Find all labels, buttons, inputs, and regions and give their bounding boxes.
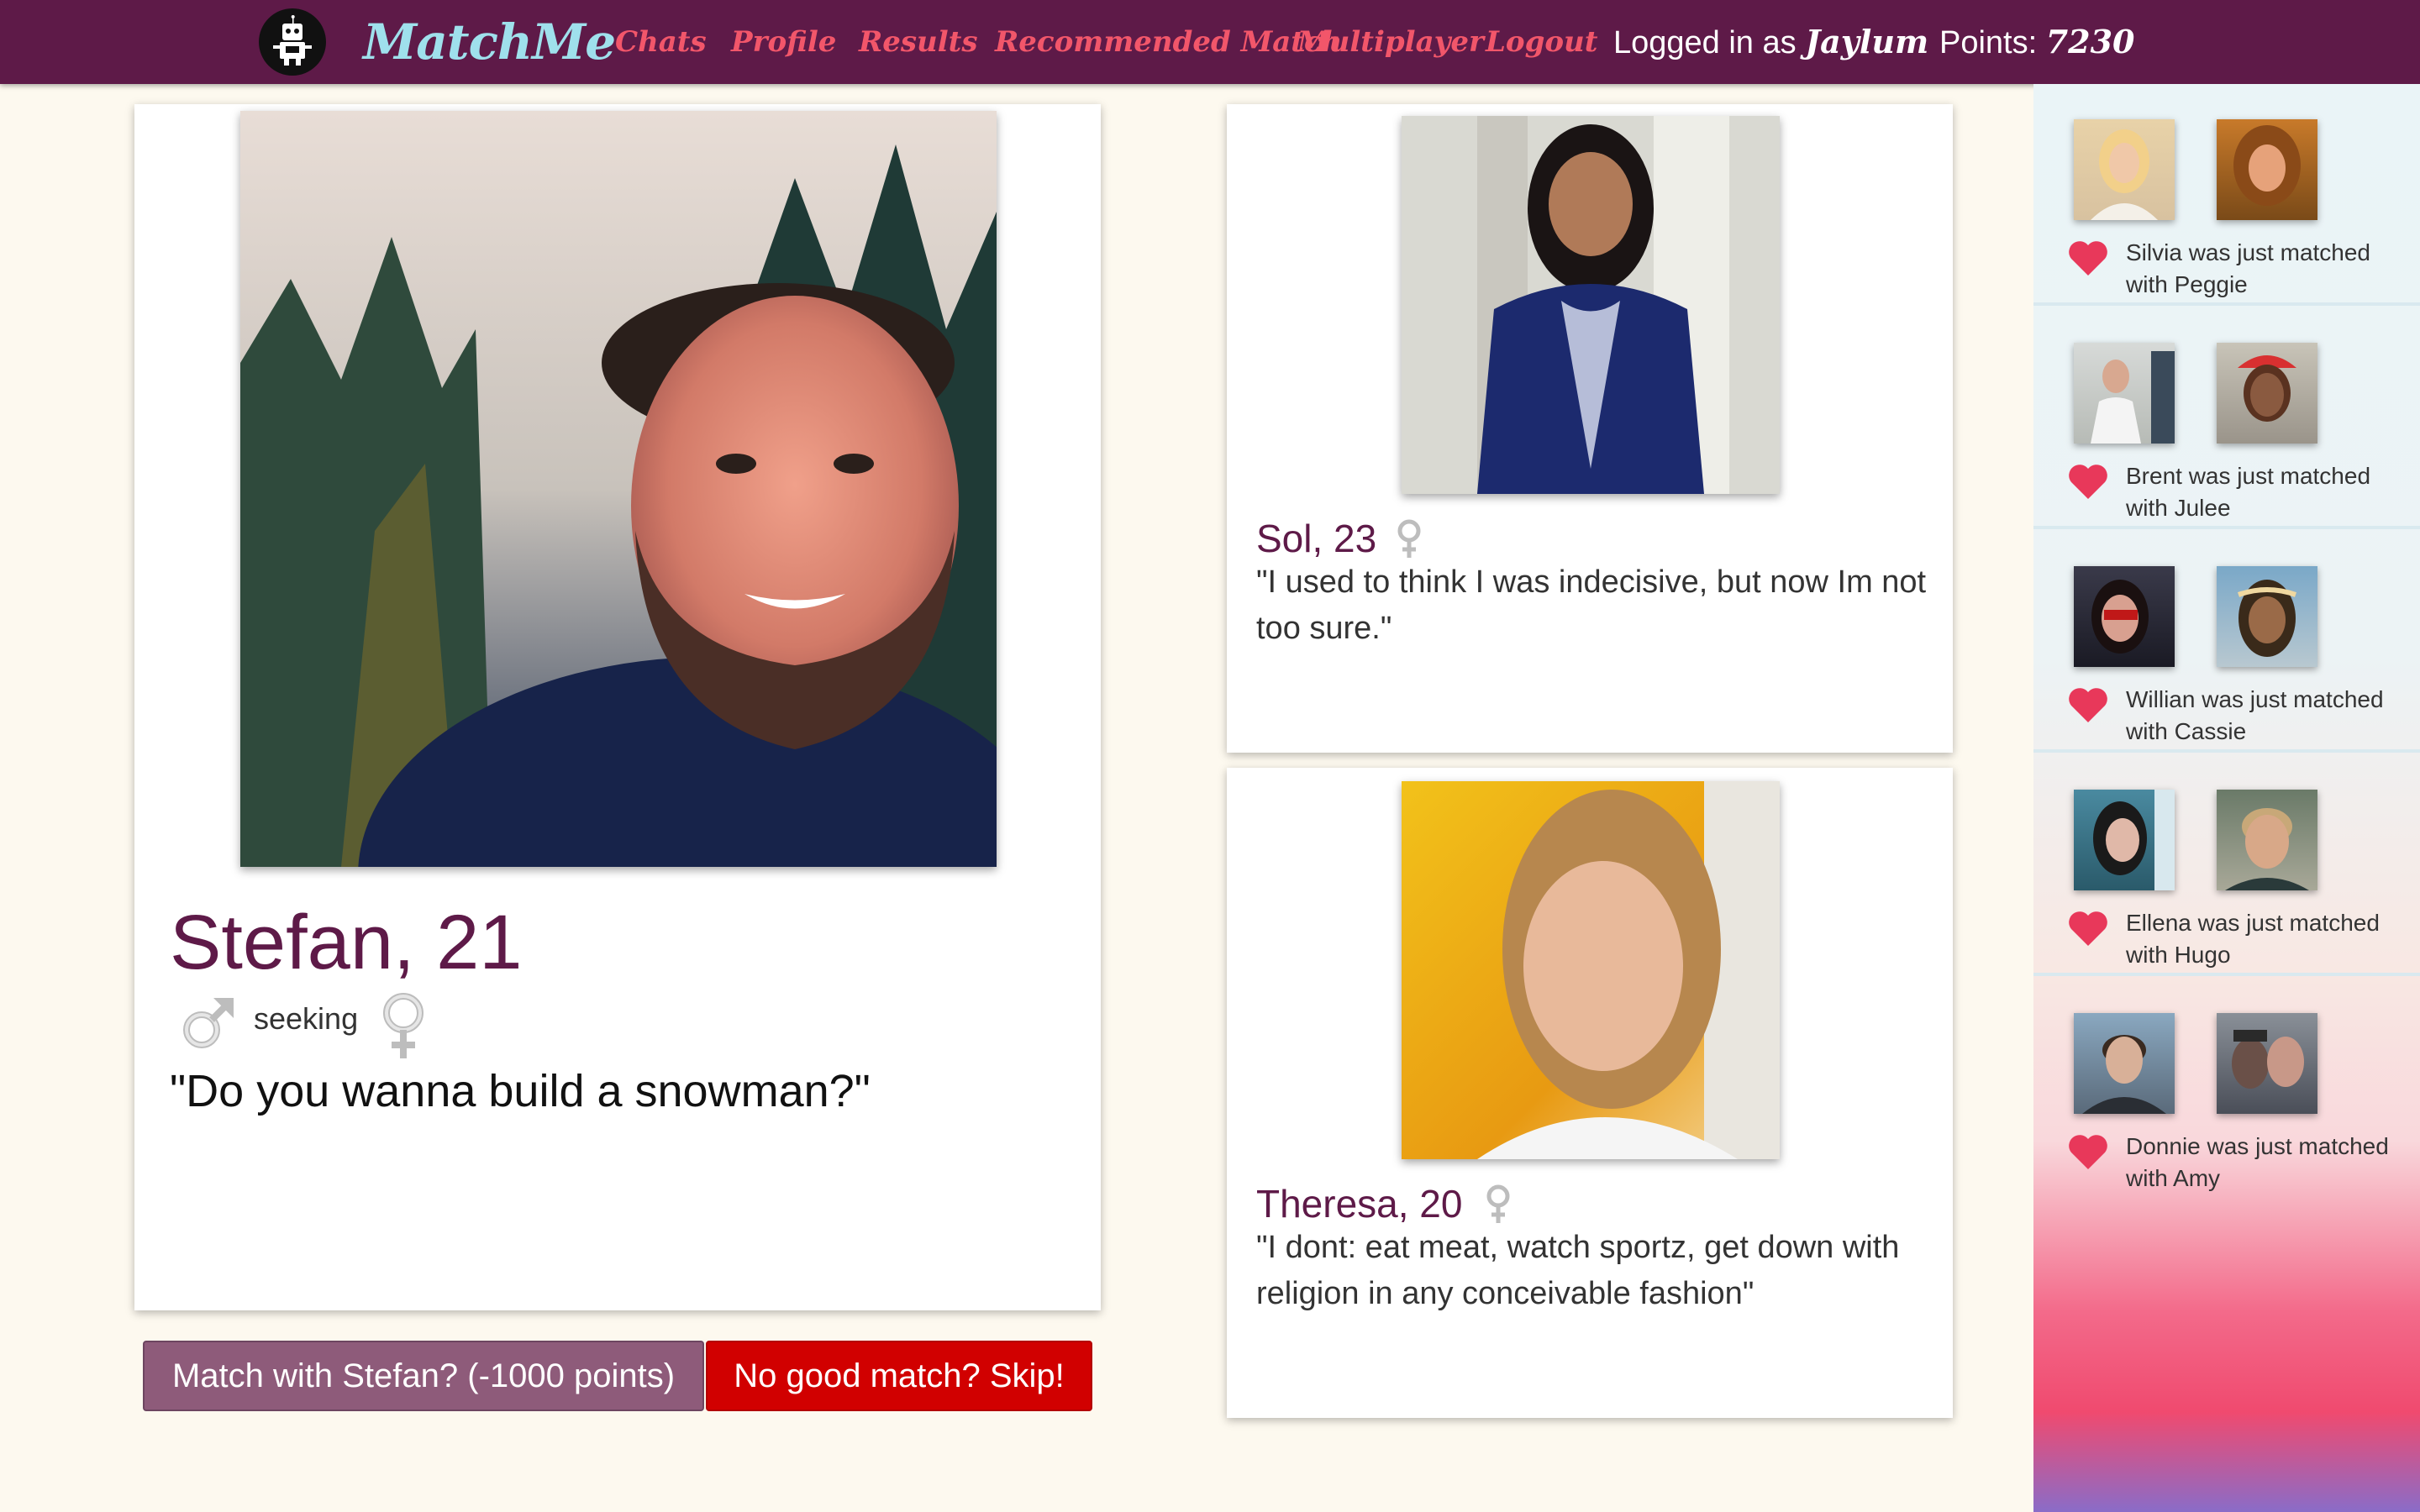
recommendation-photo[interactable]	[1402, 781, 1780, 1159]
heart-icon	[2069, 465, 2107, 499]
feed-item: Silvia was just matched with Peggie	[2033, 87, 2420, 306]
feed-item-text: Ellena was just matched with Hugo	[2126, 910, 2380, 968]
seeking-gender-female-icon	[378, 990, 429, 1060]
recommendation-photo[interactable]	[1402, 116, 1780, 494]
feed-avatar[interactable]	[2074, 790, 2175, 890]
recommendation-quote: "I dont: eat meat, watch sportz, get dow…	[1256, 1230, 1900, 1311]
seeking-label: seeking	[254, 1001, 359, 1036]
logged-in-status: Logged in as Jaylum	[1613, 0, 1928, 84]
recommendation-name-age: Sol, 23	[1256, 517, 1377, 560]
feed-avatar[interactable]	[2217, 119, 2317, 220]
female-symbol-icon	[1395, 517, 1423, 559]
heart-icon	[2069, 1135, 2107, 1169]
feed-avatar[interactable]	[2217, 1013, 2317, 1114]
nav-link-logout[interactable]: Logout	[1486, 0, 1597, 84]
robot-logo-icon[interactable]	[259, 8, 326, 76]
points-label: Points:	[1939, 25, 2038, 60]
feed-item-text: Willian was just matched with Cassie	[2126, 686, 2384, 744]
points-display: Points: 7230	[1939, 0, 2135, 84]
nav-link-results[interactable]: Results	[859, 0, 978, 84]
nav-link-recommended-match[interactable]: Recommended Match	[995, 0, 1342, 84]
recommendation-name-age: Theresa, 20	[1256, 1182, 1463, 1226]
feed-avatar[interactable]	[2074, 343, 2175, 444]
match-feed-sidebar: Silvia was just matched with Peggie Bren…	[2033, 84, 2420, 1512]
feed-avatar[interactable]	[2074, 119, 2175, 220]
feed-item: Willian was just matched with Cassie	[2033, 534, 2420, 753]
heart-icon	[2069, 241, 2107, 276]
match-button[interactable]: Match with Stefan? (-1000 points)	[143, 1341, 704, 1411]
feed-item-text: Silvia was just matched with Peggie	[2126, 239, 2371, 297]
top-navbar: MatchMe Chats Profile Results Recommende…	[0, 0, 2420, 84]
profile-quote: "Do you wanna build a snowman?"	[170, 1066, 871, 1116]
recommendation-quote: "I used to think I was indecisive, but n…	[1256, 564, 1927, 646]
nav-link-profile[interactable]: Profile	[731, 0, 836, 84]
nav-link-multiplayer[interactable]: Multiplayer	[1297, 0, 1484, 84]
feed-avatar[interactable]	[2074, 566, 2175, 667]
female-symbol-icon	[1484, 1183, 1512, 1225]
nav-link-chats[interactable]: Chats	[615, 0, 707, 84]
feed-item: Donnie was just matched with Amy	[2033, 981, 2420, 1200]
feed-avatar[interactable]	[2217, 566, 2317, 667]
logged-in-label: Logged in as	[1613, 25, 1797, 60]
points-value: 7230	[2045, 23, 2135, 60]
feed-avatar[interactable]	[2217, 343, 2317, 444]
heart-icon	[2069, 911, 2107, 946]
profile-name-age: Stefan, 21	[170, 900, 523, 985]
own-gender-male-icon	[178, 993, 237, 1053]
feed-avatar[interactable]	[2217, 790, 2317, 890]
skip-button[interactable]: No good match? Skip!	[706, 1341, 1092, 1411]
profile-photo	[240, 111, 997, 867]
brand-logo-text[interactable]: MatchMe	[363, 8, 616, 76]
heart-icon	[2069, 688, 2107, 722]
username: Jaylum	[1805, 23, 1929, 60]
feed-item: Ellena was just matched with Hugo	[2033, 758, 2420, 976]
feed-item-text: Donnie was just matched with Amy	[2126, 1133, 2389, 1191]
feed-item: Brent was just matched with Julee	[2033, 311, 2420, 529]
feed-avatar[interactable]	[2074, 1013, 2175, 1114]
feed-item-text: Brent was just matched with Julee	[2126, 463, 2371, 521]
